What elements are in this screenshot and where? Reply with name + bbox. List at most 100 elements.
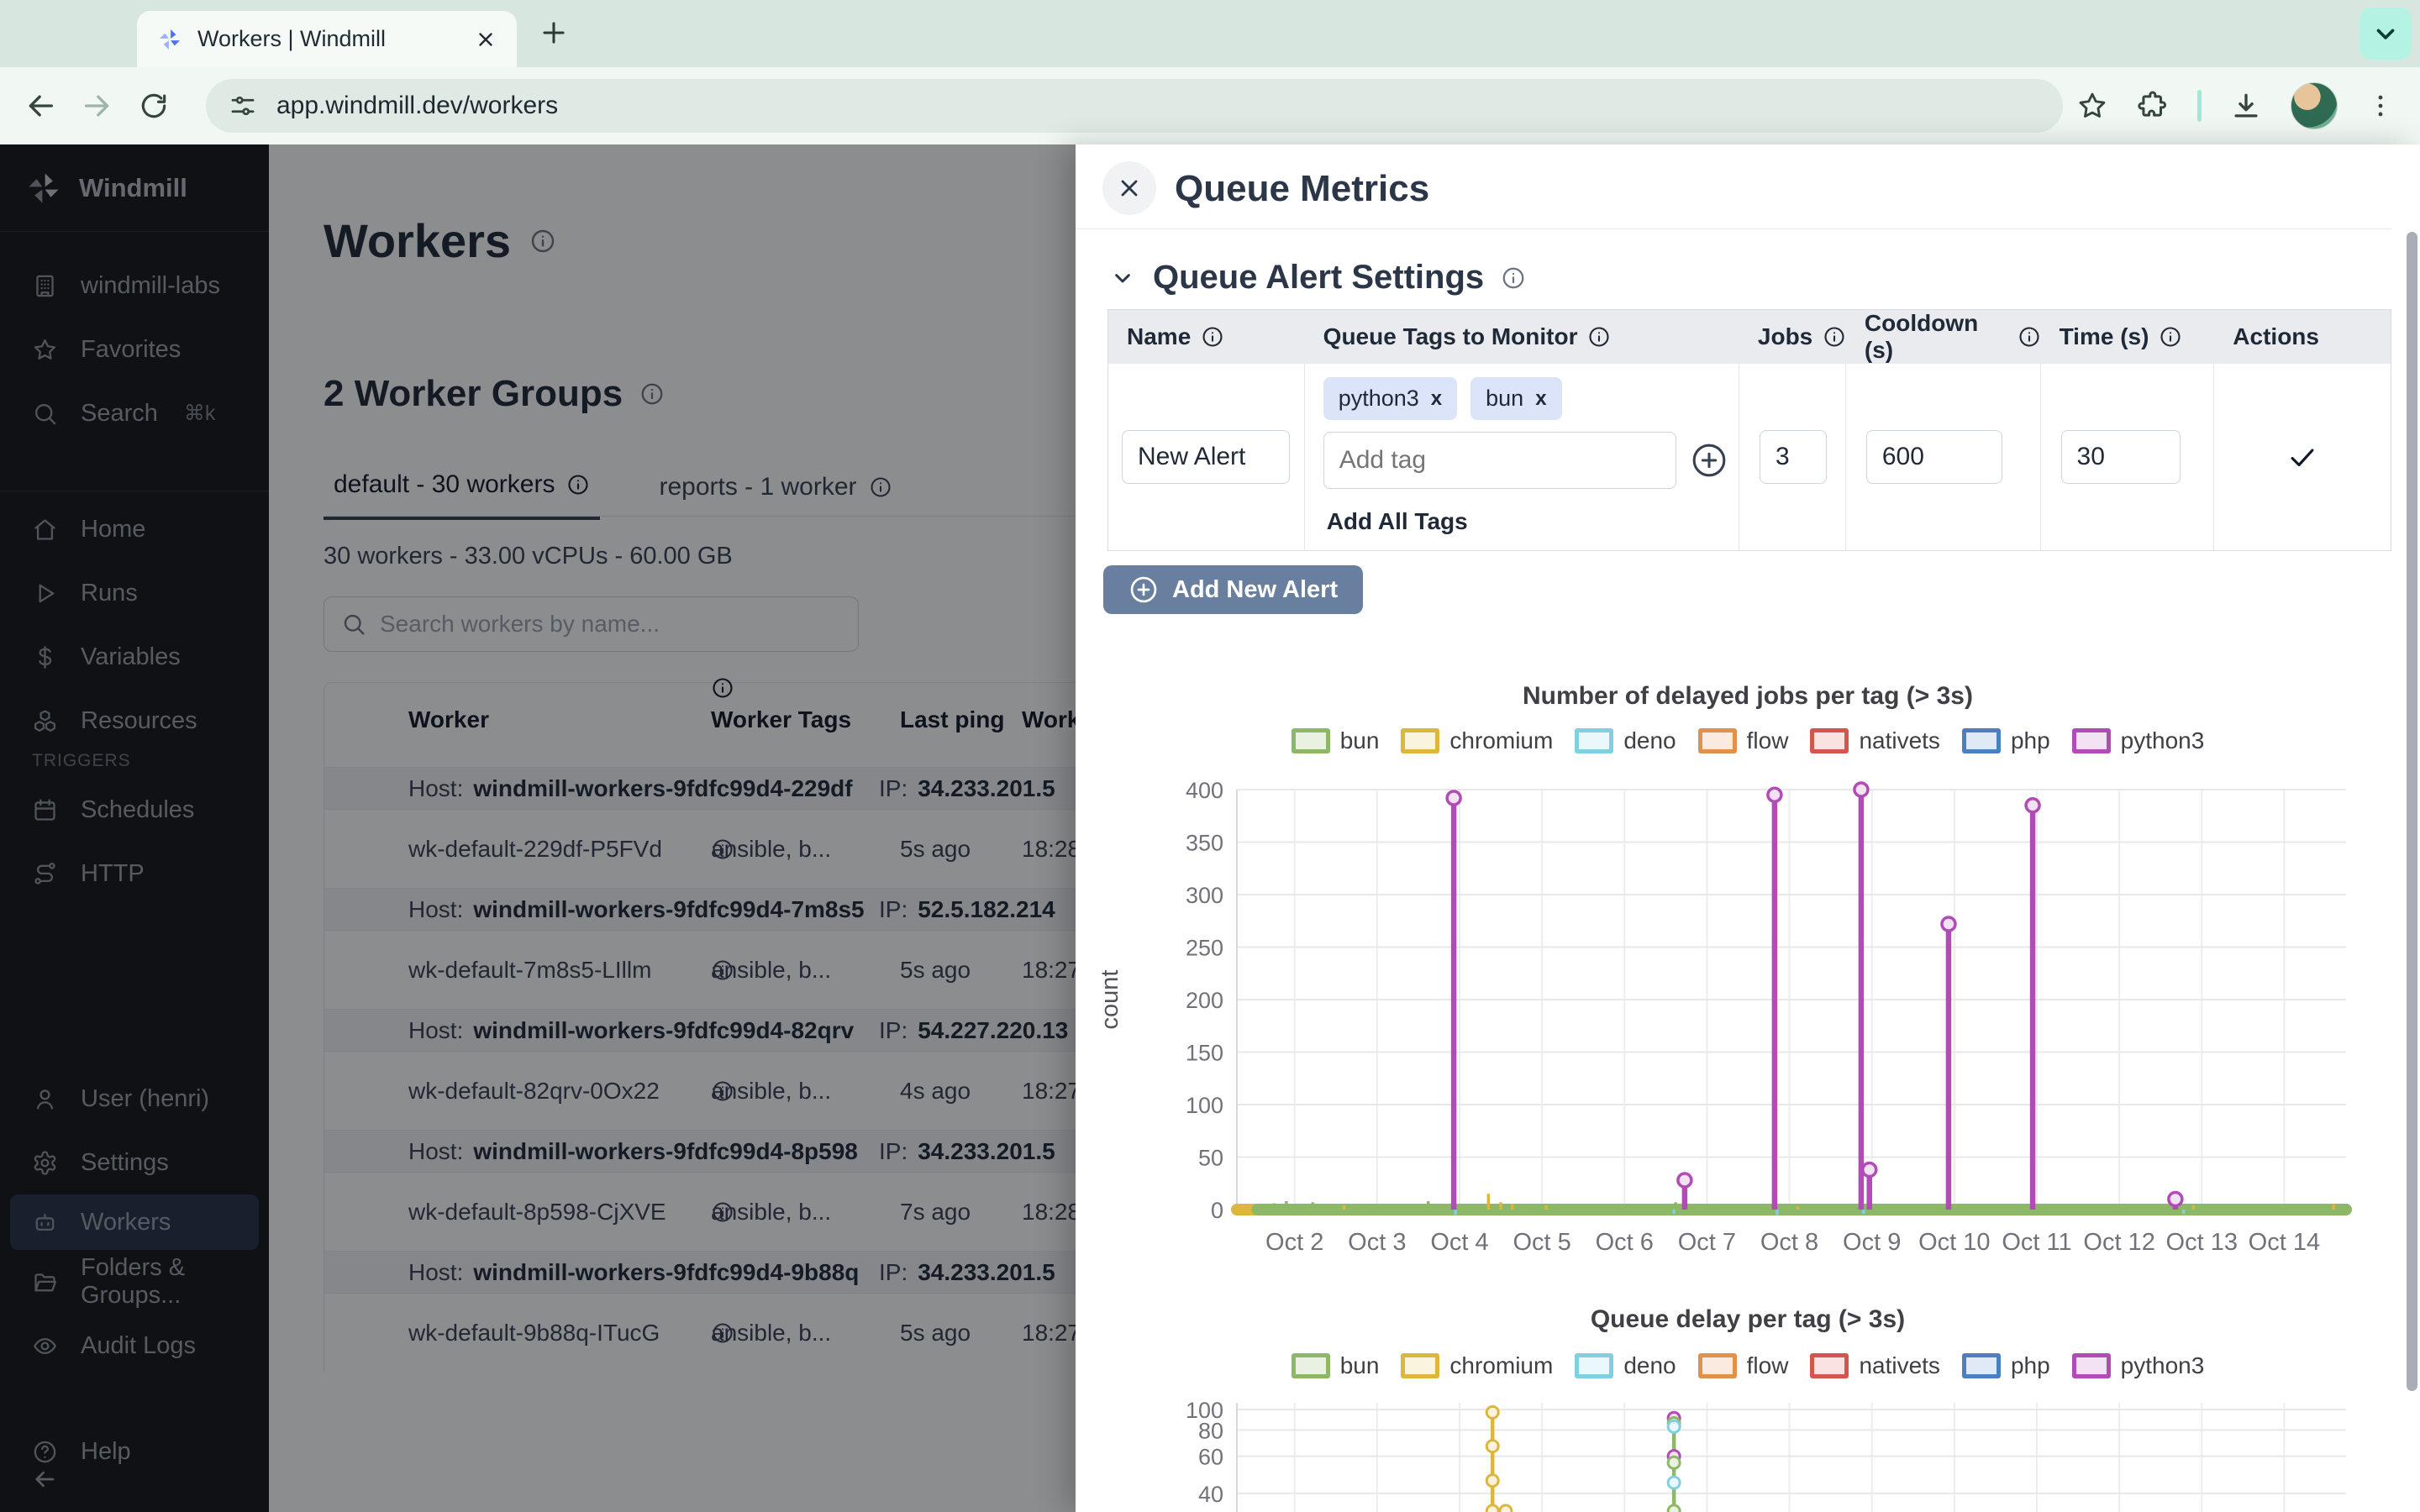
legend-deno[interactable]: deno xyxy=(1575,1352,1676,1379)
reload-icon[interactable] xyxy=(138,90,170,122)
add-new-alert-button[interactable]: Add New Alert xyxy=(1103,565,1363,614)
legend-nativets[interactable]: nativets xyxy=(1810,1352,1940,1379)
svg-text:60: 60 xyxy=(1198,1445,1223,1470)
svg-text:80: 80 xyxy=(1198,1418,1223,1443)
browser-tab[interactable]: Workers | Windmill xyxy=(137,11,517,67)
legend-swatch xyxy=(1575,1353,1613,1378)
svg-text:Oct 10: Oct 10 xyxy=(1918,1229,1990,1256)
remove-tag-icon[interactable]: x xyxy=(1431,387,1442,411)
legend-chromium[interactable]: chromium xyxy=(1401,1352,1553,1379)
legend-swatch xyxy=(1292,728,1330,753)
tag-chip-python3: python3x xyxy=(1323,377,1457,420)
add-all-tags-button[interactable]: Add All Tags xyxy=(1327,508,1468,535)
browser-toolbar: app.windmill.dev/workers xyxy=(0,67,2420,144)
chart1-title: Number of delayed jobs per tag (> 3s) xyxy=(1076,682,2420,711)
delayed-jobs-chart: 050100150200250300350400Oct 2Oct 3Oct 4O… xyxy=(1094,773,2402,1287)
section-title: Queue Alert Settings xyxy=(1153,259,1484,297)
drawer-scrollbar[interactable] xyxy=(2407,232,2417,1391)
queue-alert-settings-header[interactable]: Queue Alert Settings xyxy=(1109,259,1526,297)
svg-text:Oct 7: Oct 7 xyxy=(1678,1229,1736,1256)
svg-text:300: 300 xyxy=(1186,883,1223,908)
tab-search-button[interactable] xyxy=(2360,8,2412,60)
legend-nativets[interactable]: nativets xyxy=(1810,727,1940,754)
legend-swatch xyxy=(1292,1353,1330,1378)
tab-title: Workers | Windmill xyxy=(197,26,460,52)
legend-chromium[interactable]: chromium xyxy=(1401,727,1553,754)
drawer-backdrop[interactable] xyxy=(0,144,1076,1512)
info-icon xyxy=(1823,325,1846,349)
legend-flow[interactable]: flow xyxy=(1698,1352,1789,1379)
chevron-down-icon xyxy=(1109,265,1136,291)
legend-bun[interactable]: bun xyxy=(1292,727,1380,754)
profile-avatar[interactable] xyxy=(2291,82,2338,129)
site-settings-icon[interactable] xyxy=(228,91,258,121)
browser-chrome: Workers | Windmill app.windmill.dev/work… xyxy=(0,0,2420,144)
svg-text:400: 400 xyxy=(1186,778,1223,803)
plus-circle-icon xyxy=(1128,575,1159,605)
info-icon[interactable] xyxy=(1501,265,1526,291)
legend-swatch xyxy=(2072,728,2111,753)
svg-text:200: 200 xyxy=(1186,988,1223,1013)
alert-col-cooldown-s: Cooldown (s) xyxy=(1846,310,2041,364)
time-input[interactable] xyxy=(2061,430,2181,484)
svg-text:Oct 5: Oct 5 xyxy=(1512,1229,1570,1256)
svg-text:50: 50 xyxy=(1198,1146,1223,1171)
chart2-title: Queue delay per tag (> 3s) xyxy=(1076,1305,2420,1334)
legend-swatch xyxy=(1401,1353,1439,1378)
alert-col-actions: Actions xyxy=(2214,310,2391,364)
alert-name-input[interactable] xyxy=(1122,430,1290,484)
legend-python3[interactable]: python3 xyxy=(2072,1352,2205,1379)
legend-swatch xyxy=(1575,728,1613,753)
alert-table-row: python3x bunx Add All Tags xyxy=(1108,364,2391,550)
svg-text:100: 100 xyxy=(1186,1093,1223,1118)
url-bar[interactable]: app.windmill.dev/workers xyxy=(206,79,2063,133)
jobs-input[interactable] xyxy=(1760,430,1827,484)
svg-text:Oct 3: Oct 3 xyxy=(1348,1229,1406,1256)
tab-strip: Workers | Windmill xyxy=(0,0,2420,67)
svg-text:Oct 9: Oct 9 xyxy=(1843,1229,1901,1256)
svg-text:Oct 4: Oct 4 xyxy=(1430,1229,1488,1256)
forward-icon[interactable] xyxy=(81,89,114,123)
add-tag-input[interactable] xyxy=(1323,432,1676,489)
svg-text:Oct 14: Oct 14 xyxy=(2249,1229,2320,1256)
legend-flow[interactable]: flow xyxy=(1698,727,1789,754)
close-drawer-button[interactable] xyxy=(1102,161,1156,215)
legend-php[interactable]: php xyxy=(1962,727,2050,754)
svg-text:40: 40 xyxy=(1198,1482,1223,1507)
legend-swatch xyxy=(1810,1353,1849,1378)
queue-alert-table: Name Queue Tags to Monitor Jobs Cooldown… xyxy=(1107,309,2391,551)
svg-text:Oct 6: Oct 6 xyxy=(1596,1229,1654,1256)
legend-swatch xyxy=(1698,1353,1737,1378)
back-icon[interactable] xyxy=(24,89,57,123)
drawer-title: Queue Metrics xyxy=(1175,168,1429,210)
menu-kebab-icon[interactable] xyxy=(2366,92,2395,120)
bookmark-star-icon[interactable] xyxy=(2076,90,2108,122)
extensions-puzzle-icon[interactable] xyxy=(2137,90,2169,122)
legend-php[interactable]: php xyxy=(1962,1352,2050,1379)
legend-python3[interactable]: python3 xyxy=(2072,727,2205,754)
svg-text:150: 150 xyxy=(1186,1041,1223,1066)
tag-chip-bun: bunx xyxy=(1470,377,1561,420)
legend-swatch xyxy=(2072,1353,2111,1378)
download-icon[interactable] xyxy=(2230,90,2262,122)
new-tab-button[interactable] xyxy=(538,17,570,49)
legend-swatch xyxy=(1810,728,1849,753)
info-icon xyxy=(2159,325,2182,349)
svg-text:250: 250 xyxy=(1186,936,1223,961)
svg-text:count: count xyxy=(1097,970,1123,1030)
remove-tag-icon[interactable]: x xyxy=(1535,387,1546,411)
queue-metrics-drawer: Queue Metrics Queue Alert Settings Name … xyxy=(1076,144,2420,1512)
info-icon xyxy=(2018,325,2041,349)
drawer-divider xyxy=(1076,228,2391,229)
tab-close-icon[interactable] xyxy=(475,29,497,50)
legend-bun[interactable]: bun xyxy=(1292,1352,1380,1379)
alert-table-header: Name Queue Tags to Monitor Jobs Cooldown… xyxy=(1108,310,2391,364)
legend-swatch xyxy=(1401,728,1439,753)
url-text: app.windmill.dev/workers xyxy=(276,92,558,120)
svg-text:Oct 11: Oct 11 xyxy=(2002,1229,2071,1256)
confirm-check-icon[interactable] xyxy=(2286,441,2318,473)
legend-deno[interactable]: deno xyxy=(1575,727,1676,754)
cooldown-input[interactable] xyxy=(1866,430,2002,484)
legend-swatch xyxy=(1962,1353,2001,1378)
add-tag-plus-icon[interactable] xyxy=(1690,441,1728,480)
